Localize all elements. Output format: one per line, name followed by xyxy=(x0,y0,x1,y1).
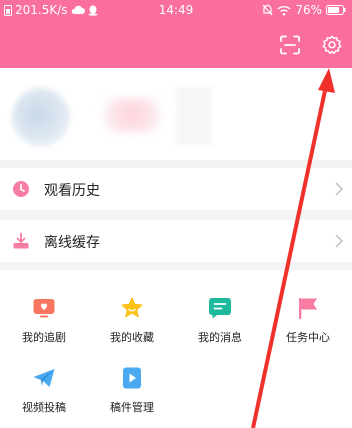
message-icon xyxy=(208,298,231,319)
grid-item-video-upload[interactable]: 视频投稿 xyxy=(0,340,88,414)
blurred-username xyxy=(92,98,172,132)
grid-item-task-center[interactable]: 任务中心 xyxy=(264,270,352,344)
grid-item-label: 任务中心 xyxy=(286,331,330,344)
grid-item-label: 我的消息 xyxy=(198,331,242,344)
avatar[interactable] xyxy=(12,88,70,146)
mute-icon xyxy=(262,4,273,16)
scan-button[interactable] xyxy=(276,31,304,59)
profile-card[interactable] xyxy=(0,68,352,160)
tv-icon xyxy=(33,299,55,318)
chevron-right-icon xyxy=(335,182,344,196)
chevron-right-icon xyxy=(335,234,344,248)
grid-item-favorites[interactable]: 我的收藏 xyxy=(88,270,176,344)
clock-icon xyxy=(13,181,29,197)
wifi-icon xyxy=(277,5,291,16)
paper-plane-icon xyxy=(33,369,55,387)
watch-history-row[interactable]: 观看历史 xyxy=(0,168,352,210)
app-header xyxy=(0,22,352,68)
flag-icon xyxy=(299,298,317,319)
video-file-icon xyxy=(123,367,141,389)
battery-percent: 76% xyxy=(295,3,322,17)
grid-item-messages[interactable]: 我的消息 xyxy=(176,270,264,344)
blurred-region xyxy=(176,86,212,146)
grid-item-manuscript-management[interactable]: 稿件管理 xyxy=(88,340,176,414)
status-right: 76% xyxy=(262,3,346,17)
status-bar: 201.5K/s 14:49 76% xyxy=(0,0,352,22)
download-icon xyxy=(13,232,29,249)
gear-icon xyxy=(322,35,342,54)
offline-cache-label: 离线缓存 xyxy=(44,235,100,251)
watch-history-label: 观看历史 xyxy=(44,183,100,199)
grid-item-label: 视频投稿 xyxy=(22,401,66,414)
grid-item-label: 稿件管理 xyxy=(110,401,154,414)
scan-icon xyxy=(280,35,300,55)
grid-item-my-series[interactable]: 我的追剧 xyxy=(0,270,88,344)
feature-grid: 我的追剧 我的收藏 我的消息 任务中心 视频投稿 稿件管理 xyxy=(0,270,352,428)
star-icon xyxy=(121,297,143,318)
offline-cache-row[interactable]: 离线缓存 xyxy=(0,220,352,262)
battery-icon xyxy=(326,5,346,15)
settings-button[interactable] xyxy=(318,31,346,59)
